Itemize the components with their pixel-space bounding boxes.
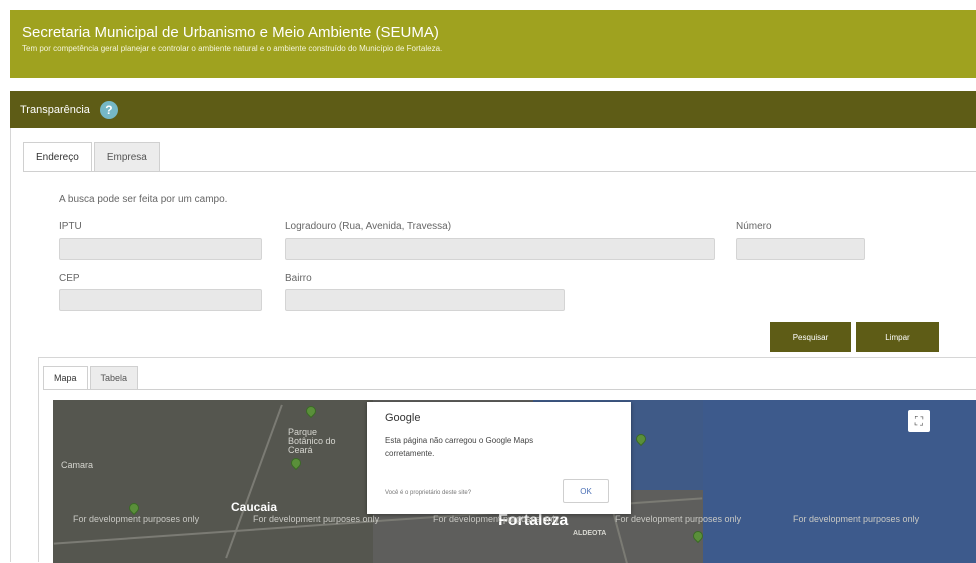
search-hint: A busca pode ser feita por um campo. bbox=[59, 194, 228, 205]
iptu-input[interactable] bbox=[59, 238, 262, 260]
dev-watermark: For development purposes only bbox=[793, 514, 920, 524]
map-sea-east bbox=[703, 400, 976, 563]
page-subtitle: Tem por competência geral planejar e con… bbox=[22, 44, 443, 53]
logradouro-label: Logradouro (Rua, Avenida, Travessa) bbox=[285, 221, 452, 232]
numero-label: Número bbox=[736, 221, 772, 232]
dev-watermark: For development purposes only bbox=[433, 514, 560, 524]
map-place-aldeota: ALDEOTA bbox=[573, 530, 607, 537]
search-panel: Endereço Empresa A busca pode ser feita … bbox=[10, 128, 976, 563]
top-banner: Secretaria Municipal de Urbanismo e Meio… bbox=[10, 10, 976, 78]
iptu-label: IPTU bbox=[59, 221, 82, 232]
ok-button[interactable]: OK bbox=[563, 479, 609, 503]
google-logo: Google bbox=[385, 412, 421, 424]
clear-button[interactable]: Limpar bbox=[856, 322, 939, 352]
map-error-dialog: Google Esta página não carregou o Google… bbox=[367, 402, 631, 514]
tab-tabela[interactable]: Tabela bbox=[89, 366, 139, 390]
search-button[interactable]: Pesquisar bbox=[770, 322, 851, 352]
tab-mapa[interactable]: Mapa bbox=[43, 366, 88, 390]
section-title: Transparência bbox=[20, 103, 90, 116]
map-error-message: Esta página não carregou o Google Maps c… bbox=[385, 436, 534, 458]
tab-empresa[interactable]: Empresa bbox=[93, 142, 160, 172]
section-bar: Transparência ? bbox=[10, 91, 976, 128]
fullscreen-icon[interactable]: ⛶ bbox=[908, 410, 930, 432]
bairro-label: Bairro bbox=[285, 273, 312, 284]
result-tabs-divider bbox=[43, 389, 976, 390]
map-place-parque: Parque Botânico do Ceará bbox=[288, 427, 336, 455]
map-place-caucaia: Caucaia bbox=[231, 500, 278, 514]
result-tabs: Mapa Tabela bbox=[43, 366, 139, 390]
search-tabs: Endereço Empresa bbox=[23, 142, 160, 172]
owner-link[interactable]: Você é o proprietário deste site? bbox=[385, 490, 471, 496]
bairro-input[interactable] bbox=[285, 289, 565, 311]
help-icon[interactable]: ? bbox=[99, 100, 118, 119]
map-view[interactable]: Parque Botânico do Ceará Camara Caucaia … bbox=[53, 400, 976, 563]
map-place-camara: Camara bbox=[61, 460, 94, 470]
tabs-divider bbox=[23, 171, 976, 172]
results-panel: Mapa Tabela Parque Botânico do Ceará Cam… bbox=[38, 357, 976, 563]
logradouro-input[interactable] bbox=[285, 238, 715, 260]
cep-input[interactable] bbox=[59, 289, 262, 311]
cep-label: CEP bbox=[59, 273, 80, 284]
dev-watermark: For development purposes only bbox=[615, 514, 742, 524]
dev-watermark: For development purposes only bbox=[73, 514, 200, 524]
numero-input[interactable] bbox=[736, 238, 865, 260]
page-title: Secretaria Municipal de Urbanismo e Meio… bbox=[22, 24, 439, 41]
dev-watermark: For development purposes only bbox=[253, 514, 380, 524]
tab-endereco[interactable]: Endereço bbox=[23, 142, 92, 172]
